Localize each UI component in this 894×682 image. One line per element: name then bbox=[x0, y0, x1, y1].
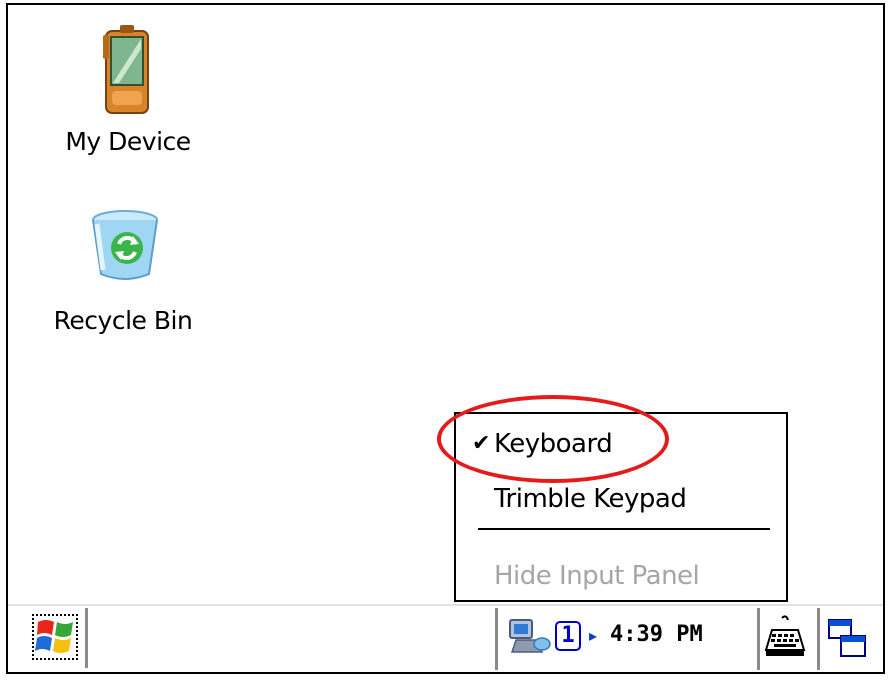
system-tray: 1 ▸ 4:39 PM bbox=[495, 608, 760, 670]
desktop-icon-label: Recycle Bin bbox=[53, 306, 193, 335]
desktop-icon-recycle-bin[interactable]: Recycle Bin bbox=[33, 210, 213, 335]
desktop-icon-my-device[interactable]: My Device bbox=[38, 25, 218, 156]
tray-divider bbox=[817, 608, 820, 670]
tray-arrow-icon: ▸ bbox=[589, 626, 598, 645]
recycle-bin-icon bbox=[92, 210, 158, 280]
window-switch-icon[interactable] bbox=[825, 614, 869, 664]
network-connected-icon[interactable] bbox=[508, 618, 552, 658]
menu-item-label: Trimble Keypad bbox=[494, 484, 687, 514]
input-mode-indicator[interactable]: 1 bbox=[555, 621, 581, 651]
start-button[interactable] bbox=[28, 608, 88, 668]
checkmark-icon: ✔ bbox=[472, 431, 490, 456]
menu-item-keyboard[interactable]: ✔ Keyboard bbox=[456, 422, 786, 466]
device-screen: My Device Recycle Bin ✔ Keyboard Trimble… bbox=[6, 3, 885, 674]
keyboard-icon[interactable] bbox=[762, 614, 808, 664]
menu-item-trimble-keypad[interactable]: Trimble Keypad bbox=[456, 477, 786, 521]
desktop-icon-label: My Device bbox=[65, 127, 191, 156]
start-focus-box bbox=[32, 614, 78, 660]
input-method-menu: ✔ Keyboard Trimble Keypad Hide Input Pan… bbox=[454, 412, 788, 602]
menu-separator bbox=[478, 528, 770, 530]
windows-flag-icon bbox=[35, 620, 73, 653]
menu-item-hide-input-panel: Hide Input Panel bbox=[456, 554, 786, 598]
menu-item-label: Keyboard bbox=[494, 429, 613, 459]
pda-device-icon bbox=[103, 25, 149, 114]
clock[interactable]: 4:39 PM bbox=[610, 620, 703, 650]
menu-item-label: Hide Input Panel bbox=[494, 561, 700, 591]
taskbar: 1 ▸ 4:39 PM bbox=[8, 604, 883, 672]
